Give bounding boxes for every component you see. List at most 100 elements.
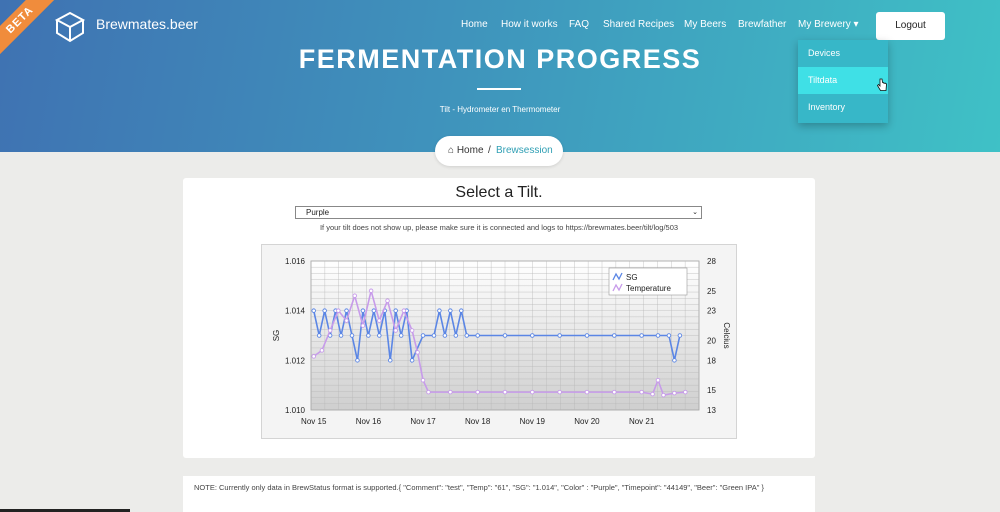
- data-point-temperature: [683, 389, 688, 395]
- dropdown-item-tiltdata[interactable]: Tiltdata: [798, 67, 888, 94]
- tilt-card: Select a Tilt. Purple ⌄ If your tilt doe…: [183, 178, 815, 458]
- y-tick-label: 1.012: [285, 356, 306, 365]
- data-point-sg: [322, 308, 327, 313]
- data-point-temperature: [377, 318, 382, 323]
- data-point-sg: [349, 333, 355, 338]
- my-brewery-dropdown: Devices Tiltdata Inventory: [798, 40, 888, 123]
- data-point-sg: [530, 333, 535, 338]
- data-point-sg: [420, 333, 426, 338]
- data-point-temperature: [344, 318, 349, 323]
- x-tick-label: Nov 20: [574, 417, 600, 426]
- nav-shared-recipes[interactable]: Shared Recipes: [603, 19, 674, 30]
- data-point-temperature: [475, 389, 480, 395]
- data-point-sg: [344, 308, 349, 313]
- breadcrumb-home-label[interactable]: Home: [457, 145, 484, 156]
- legend-label-sg: SG: [626, 273, 638, 282]
- data-point-sg: [377, 333, 382, 338]
- data-point-temperature: [319, 348, 325, 353]
- nav-how-it-works[interactable]: How it works: [501, 19, 558, 30]
- y2-tick-label: 28: [707, 257, 716, 266]
- card-title: Select a Tilt.: [455, 184, 543, 201]
- data-point-temperature: [385, 298, 390, 303]
- data-point-temperature: [502, 389, 508, 395]
- data-point-sg: [459, 308, 464, 313]
- breadcrumb-current[interactable]: Brewsession: [496, 136, 553, 166]
- data-point-temperature: [672, 390, 677, 396]
- format-note: NOTE: Currently only data in BrewStatus …: [183, 476, 815, 512]
- y2-tick-label: 13: [707, 406, 716, 415]
- y-tick-label: 1.016: [285, 257, 306, 266]
- data-point-sg: [655, 333, 661, 338]
- nav-brewfather[interactable]: Brewfather: [738, 19, 786, 30]
- data-point-sg: [311, 308, 316, 313]
- breadcrumb-separator: /: [488, 145, 491, 156]
- data-point-temperature: [327, 328, 333, 333]
- y2-tick-label: 20: [707, 336, 716, 345]
- data-point-sg: [448, 308, 453, 313]
- dropdown-item-inventory[interactable]: Inventory: [798, 94, 888, 121]
- data-point-sg: [409, 358, 415, 363]
- data-point-sg: [355, 358, 360, 363]
- data-point-temperature: [409, 328, 415, 333]
- x-tick-label: Nov 16: [356, 417, 382, 426]
- data-point-sg: [338, 333, 344, 338]
- data-point-temperature: [557, 389, 562, 395]
- top-nav: Home How it works FAQ Shared Recipes My …: [0, 19, 1000, 33]
- x-tick-label: Nov 19: [520, 417, 546, 426]
- dropdown-item-devices[interactable]: Devices: [798, 40, 888, 67]
- logout-button[interactable]: Logout: [876, 12, 945, 40]
- data-point-temperature: [415, 350, 420, 355]
- breadcrumb: ⌂ Home / Brewsession: [435, 136, 563, 166]
- data-point-sg: [366, 333, 371, 338]
- data-point-sg: [453, 333, 459, 338]
- data-point-sg: [398, 333, 404, 338]
- data-point-temperature: [336, 308, 341, 313]
- x-tick-label: Nov 17: [410, 417, 436, 426]
- data-point-sg: [437, 308, 442, 313]
- data-point-sg: [431, 333, 437, 338]
- chevron-down-icon[interactable]: ⌄: [692, 207, 698, 218]
- breadcrumb-home[interactable]: ⌂ Home: [448, 136, 484, 166]
- title-divider: [477, 88, 521, 90]
- data-point-sg: [464, 333, 469, 338]
- data-point-temperature: [661, 392, 666, 398]
- data-point-sg: [475, 333, 480, 338]
- data-point-sg: [316, 333, 322, 338]
- x-tick-label: Nov 15: [301, 417, 327, 426]
- nav-home[interactable]: Home: [461, 19, 488, 30]
- y2-tick-label: 15: [707, 386, 716, 395]
- y2-axis-label: Celcius: [722, 322, 731, 348]
- data-point-sg: [557, 333, 562, 338]
- nav-my-brewery[interactable]: My Brewery ▾: [798, 19, 859, 30]
- data-point-temperature: [393, 328, 398, 333]
- data-point-sg: [371, 308, 377, 313]
- data-point-temperature: [426, 389, 431, 395]
- data-point-temperature: [368, 288, 374, 294]
- data-point-sg: [442, 333, 448, 338]
- data-point-temperature: [650, 391, 655, 397]
- data-point-temperature: [639, 389, 644, 395]
- data-point-sg: [666, 333, 672, 338]
- data-point-temperature: [655, 377, 661, 383]
- y-axis-label: SG: [272, 330, 281, 342]
- chart-svg: 1.010 1.012 1.014 1.016 13 15 18 20 23 25 28 Nov 15…: [272, 257, 731, 426]
- data-point-temperature: [352, 293, 357, 299]
- data-point-temperature: [530, 389, 535, 395]
- nav-my-beers[interactable]: My Beers: [684, 19, 726, 30]
- x-tick-label: Nov 21: [629, 417, 655, 426]
- data-point-sg: [584, 333, 590, 338]
- nav-faq[interactable]: FAQ: [569, 19, 589, 30]
- data-point-temperature: [612, 389, 617, 395]
- tilt-select[interactable]: Purple ⌄: [295, 206, 702, 219]
- x-tick-label: Nov 18: [465, 417, 491, 426]
- data-point-sg: [672, 358, 677, 363]
- data-point-temperature: [311, 354, 316, 359]
- fermentation-chart: 1.010 1.012 1.014 1.016 13 15 18 20 23 25 28 Nov 15…: [261, 244, 737, 439]
- data-point-temperature: [360, 323, 366, 328]
- data-point-sg: [502, 333, 508, 338]
- data-point-temperature: [584, 389, 590, 395]
- hand-cursor-icon: [876, 78, 887, 91]
- data-point-sg: [677, 333, 683, 338]
- y2-tick-label: 18: [707, 356, 716, 365]
- tilt-select-value[interactable]: Purple: [306, 208, 329, 217]
